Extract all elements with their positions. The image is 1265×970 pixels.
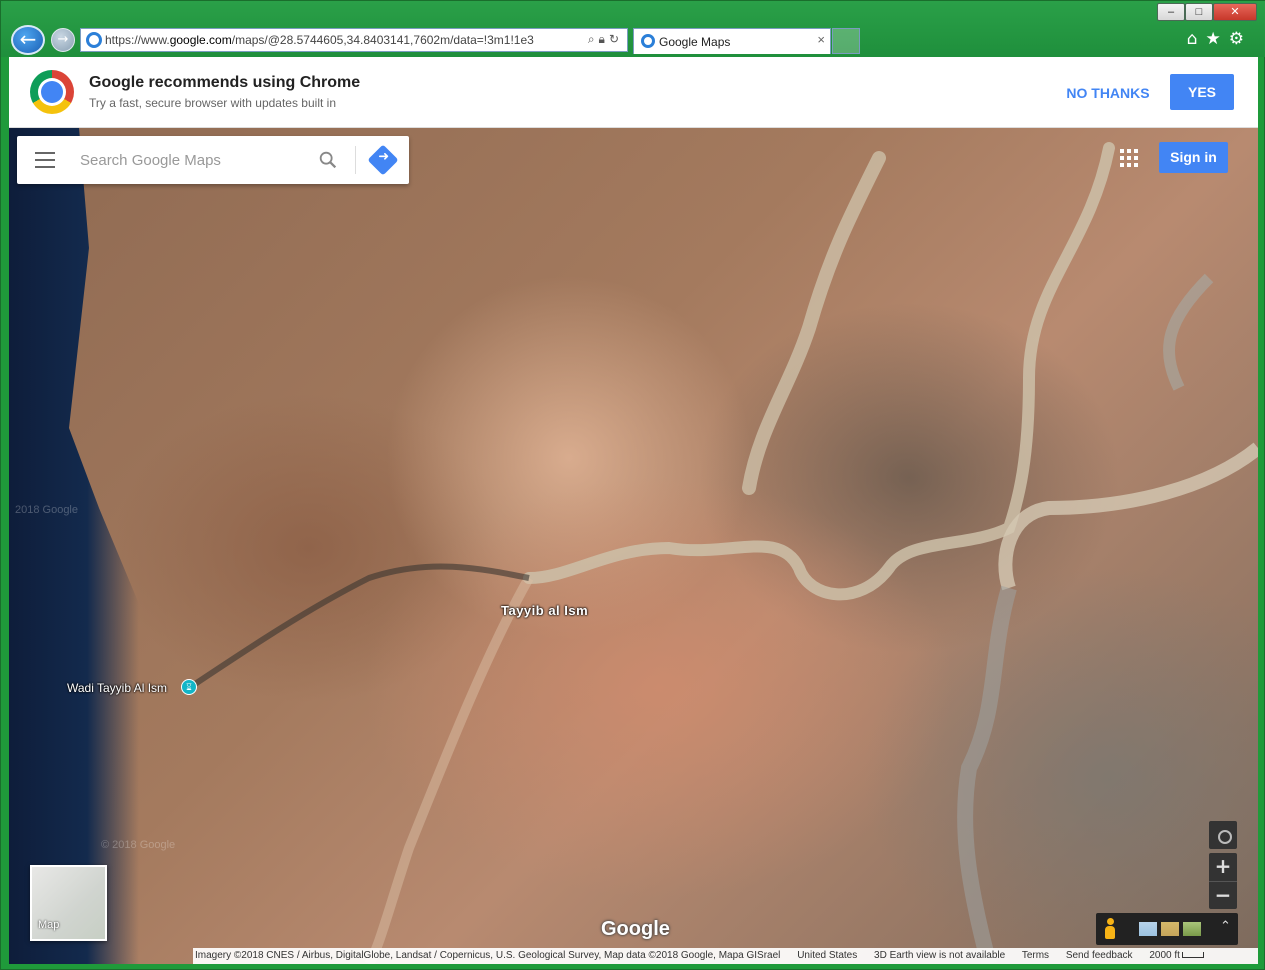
scale-label[interactable]: 2000 ft [1149,950,1204,961]
forward-button[interactable]: → [51,28,75,52]
tab-close-icon[interactable]: × [817,32,825,47]
map-watermark: © 2018 Google [101,839,176,851]
sign-in-button[interactable]: Sign in [1159,142,1228,173]
photos-thumbnail[interactable] [1183,922,1201,936]
lock-icon[interactable]: 🔒︎ [599,32,609,46]
new-tab-button[interactable] [832,28,860,54]
earth-thumbnail[interactable] [1139,922,1157,936]
search-input[interactable] [80,148,300,172]
banner-subtitle: Try a fast, secure browser with updates … [89,96,336,110]
region-link[interactable]: United States [797,950,857,961]
address-bar-icons[interactable]: ⌕🔒︎↻ [588,32,623,47]
place-pin-icon[interactable]: ⌛︎ [181,679,197,695]
minimize-button[interactable]: – [1157,3,1185,21]
menu-icon[interactable] [35,152,55,168]
close-window-button[interactable]: ✕ [1213,3,1257,21]
google-logo: Google [601,918,670,940]
search-dropdown-icon[interactable]: ⌕ [588,32,599,46]
zoom-controls: + − [1209,853,1237,909]
back-button[interactable]: ← [11,25,45,55]
map-watermark: 2018 Google [15,504,78,516]
send-feedback-link[interactable]: Send feedback [1066,950,1133,961]
search-icon[interactable] [317,149,339,171]
google-apps-icon[interactable] [1120,149,1138,167]
zoom-in-button[interactable]: + [1209,853,1237,881]
imagery-credit: Imagery ©2018 CNES / Airbus, DigitalGlob… [195,950,781,961]
wadi-riverbeds [187,142,1258,964]
chrome-logo-icon [30,70,74,114]
toolbar-icons[interactable]: ⌂★⚙ [1187,29,1252,49]
earth-view-note: 3D Earth view is not available [874,950,1006,961]
url-text[interactable]: https://www.google.com/maps/@28.5744605,… [105,33,555,47]
maps-search-box [17,136,409,184]
my-location-button[interactable] [1209,821,1237,849]
terrain-thumbnail[interactable] [1161,922,1179,936]
no-thanks-button[interactable]: NO THANKS [1058,75,1158,111]
place-label[interactable]: Tayyib al Ism [501,603,588,618]
zoom-out-button[interactable]: − [1209,881,1237,909]
yes-button[interactable]: YES [1170,74,1234,110]
divider [355,146,356,174]
terms-link[interactable]: Terms [1022,950,1049,961]
directions-icon[interactable] [367,144,399,176]
chrome-recommendation-banner: Google recommends using Chrome Try a fas… [9,57,1258,128]
ie-tab-icon [641,34,655,48]
map-layer-toggle[interactable]: Map [30,865,107,941]
pegman-icon[interactable] [1104,918,1116,940]
banner-title: Google recommends using Chrome [89,74,361,91]
tab-google-maps[interactable]: Google Maps × [633,28,831,54]
map-footer: Imagery ©2018 CNES / Airbus, DigitalGlob… [193,948,1258,964]
bottom-map-toolbar: ⌃ [1096,913,1238,945]
maximize-button[interactable]: □ [1185,3,1213,21]
tab-title: Google Maps [659,35,731,49]
satellite-map[interactable]: 2018 Google © 2018 Google Sign in Tayyib… [9,128,1258,964]
address-bar[interactable]: https://www.google.com/maps/@28.5744605,… [80,28,628,52]
ie-page-icon [86,32,102,48]
expand-icon[interactable]: ⌃ [1220,919,1231,934]
browser-toolbar: – □ ✕ ← → https://www.google.com/maps/@2… [1,1,1265,57]
layer-label: Map [38,919,60,931]
place-label[interactable]: Wadi Tayyib Al Ism [67,681,167,695]
browser-window: – □ ✕ ← → https://www.google.com/maps/@2… [0,0,1265,970]
refresh-icon[interactable]: ↻ [609,32,623,46]
